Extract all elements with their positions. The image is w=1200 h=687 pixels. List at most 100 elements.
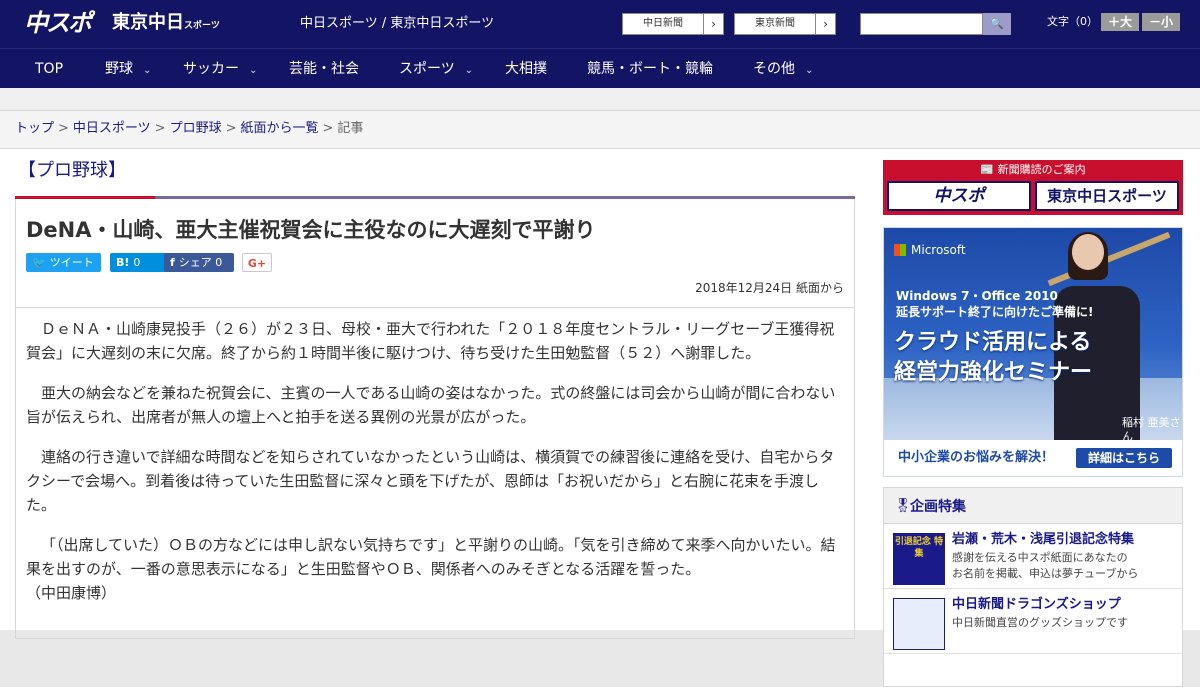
chunichi-shimbun-link[interactable]: 中日新聞 › xyxy=(622,13,724,35)
hatena-icon: B! xyxy=(116,256,130,269)
search-input[interactable] xyxy=(860,13,983,35)
feature-title: 企画特集 xyxy=(910,499,966,515)
tweet-button[interactable]: 🐦 ツイート xyxy=(26,253,101,272)
breadcrumb-link[interactable]: 紙面から一覧 xyxy=(241,121,319,136)
chuspo-logo[interactable]: 中スポ xyxy=(24,8,92,38)
feature-desc-line: お名前を掲載、申込は夢チューブから xyxy=(952,567,1139,580)
article-paragraph: 連絡の行き違いで詳細な時間などを知らされていなかったという山崎は、横須賀での練習… xyxy=(26,448,835,514)
facebook-icon: f xyxy=(170,256,175,269)
article-body: ＤｅＮＡ・山崎康晃投手（２６）が２３日、母校・亜大で行われた「２０１８年度セント… xyxy=(26,317,844,621)
hatena-bookmark-button[interactable]: B! 0 xyxy=(110,253,170,272)
ad-bat-graphic xyxy=(1047,231,1171,287)
dragons-mascot-icon xyxy=(893,598,945,650)
nav-item-racing[interactable]: 競馬・ボート・競輪 xyxy=(587,49,713,89)
microsoft-logo-icon xyxy=(894,244,906,256)
ribbon-icon: 🎖 xyxy=(894,498,912,514)
tokyo-chunichi-logo[interactable]: 東京中日スポーツ xyxy=(112,10,220,38)
facebook-count: 0 xyxy=(215,256,223,269)
feature-header: 🎖 企画特集 xyxy=(884,488,1182,524)
chevron-down-icon: ⌄ xyxy=(249,65,258,76)
google-plus-icon: G+ xyxy=(247,257,267,270)
font-larger-button[interactable]: ＋大 xyxy=(1101,13,1139,31)
feature-item-desc: 感謝を伝える中スポ紙面にあなたの お名前を掲載、申込は夢チューブから xyxy=(952,550,1138,582)
subscribe-tokyo-button[interactable]: 東京中日スポーツ xyxy=(1035,181,1179,211)
feature-item[interactable]: 中日新聞ドラゴンズショップ 中日新聞直営のグッズショップです xyxy=(884,590,1182,654)
ad-headline-1: クラウド活用による xyxy=(894,330,1092,355)
main-nav: TOP 野球 ⌄ サッカー ⌄ 芸能・社会 スポーツ ⌄ 大相撲 競馬・ボート・競輪 … xyxy=(0,48,1200,88)
tokyo-logo-text: 東京中日 xyxy=(112,12,184,33)
nav-label: 大相撲 xyxy=(505,61,547,77)
breadcrumb-link[interactable]: プロ野球 xyxy=(170,121,222,136)
nav-item-entertainment[interactable]: 芸能・社会 xyxy=(289,49,359,89)
font-smaller-button[interactable]: －小 xyxy=(1142,13,1180,31)
feature-box: 🎖 企画特集 引退記念 特集 岩瀬・荒木・浅尾引退記念特集 感謝を伝える中スポ紙… xyxy=(883,487,1183,687)
ad-person-face xyxy=(1072,234,1104,270)
breadcrumb-separator: > xyxy=(322,121,334,136)
ad-details-button[interactable]: 詳細はこちら xyxy=(1076,448,1172,468)
feature-item[interactable]: 引退記念 特集 岩瀬・荒木・浅尾引退記念特集 感謝を伝える中スポ紙面にあなたのお… xyxy=(884,525,1182,589)
search-button[interactable]: 🔍 xyxy=(983,13,1011,35)
article-byline: （中田康博） xyxy=(26,584,117,602)
feature-item-title: 中日新聞ドラゴンズショップ xyxy=(952,597,1121,612)
article-divider xyxy=(16,307,854,308)
chevron-down-icon: ⌄ xyxy=(464,65,474,76)
tweet-label: ツイート xyxy=(49,256,94,269)
ad-visual: Microsoft Windows 7・Office 2010 延長サポート終了… xyxy=(884,228,1182,440)
chevron-down-icon: ⌄ xyxy=(805,65,814,76)
subscription-label: 📰 新聞購読のご案内 xyxy=(980,163,1086,176)
nav-item-other[interactable]: その他 ⌄ xyxy=(753,49,813,89)
breadcrumb-separator: > xyxy=(58,121,69,136)
chunichi-link-label: 中日新聞 xyxy=(643,18,683,29)
nav-label: 競馬・ボート・競輪 xyxy=(587,61,713,77)
breadcrumb-link[interactable]: トップ xyxy=(15,121,54,136)
breadcrumb-separator: > xyxy=(154,121,166,136)
facebook-share-button[interactable]: f シェア 0 xyxy=(164,253,234,272)
nav-item-sumo[interactable]: 大相撲 xyxy=(505,49,547,89)
section-title[interactable]: 【プロ野球】 xyxy=(18,157,126,185)
ad-banner[interactable]: Microsoft Windows 7・Office 2010 延長サポート終了… xyxy=(883,227,1183,477)
nav-item-top[interactable]: TOP xyxy=(35,49,63,89)
search-icon: 🔍 xyxy=(990,17,1004,30)
feature-thumbnail: 引退記念 特集 xyxy=(893,533,945,585)
subscribe-chuspo-button[interactable]: 中スポ xyxy=(887,181,1031,211)
breadcrumb-separator: > xyxy=(225,121,237,136)
feature-item-title: 岩瀬・荒木・浅尾引退記念特集 xyxy=(952,532,1135,547)
breadcrumb-current: 記事 xyxy=(337,121,364,136)
nav-label: スポーツ xyxy=(399,61,455,77)
article-date: 2018年12月24日 紙面から xyxy=(695,281,844,295)
tokyo-logo-suffix: スポーツ xyxy=(184,21,220,31)
breadcrumb: トップ > 中日スポーツ > プロ野球 > 紙面から一覧 > 記事 xyxy=(0,111,1200,149)
feature-desc-line: 感謝を伝える中スポ紙面にあなたの xyxy=(952,551,1128,564)
chevron-down-icon: ⌄ xyxy=(143,65,152,76)
ad-line-2: 延長サポート終了に向けたご準備に! xyxy=(896,305,1094,319)
article-paragraph: 亜大の納会などを兼ねた祝賀会に、主賓の一人である山崎の姿はなかった。式の終盤には… xyxy=(26,384,836,426)
article-paragraph: ＤｅＮＡ・山崎康晃投手（２６）が２３日、母校・亜大で行われた「２０１８年度セント… xyxy=(26,320,835,362)
ad-brand-name: Microsoft xyxy=(911,243,966,257)
nav-label: 野球 xyxy=(105,61,133,77)
subscription-box: 📰 新聞購読のご案内 中スポ 東京中日スポーツ xyxy=(883,160,1183,215)
nav-item-soccer[interactable]: サッカー ⌄ xyxy=(183,49,257,89)
nav-label: その他 xyxy=(753,61,795,77)
feature-item-desc: 中日新聞直営のグッズショップです xyxy=(952,616,1128,629)
sub-bar xyxy=(0,88,1200,111)
nav-label: サッカー xyxy=(183,61,239,77)
site-header: 中スポ 東京中日スポーツ 中日スポーツ / 東京中日スポーツ 中日新聞 › 東京新… xyxy=(0,0,1200,48)
ad-person-name: 稲村 亜美さん xyxy=(1122,416,1181,440)
breadcrumb-link[interactable]: 中日スポーツ xyxy=(73,121,151,136)
google-plus-button[interactable]: G+ xyxy=(242,253,272,272)
nav-item-baseball[interactable]: 野球 ⌄ xyxy=(105,49,151,89)
ad-footer: 中小企業のお悩みを解決！ 詳細はこちら xyxy=(884,440,1182,476)
font-size-label: 文字（0） xyxy=(1047,15,1098,28)
tokyo-link-label: 東京新聞 xyxy=(755,18,795,29)
ad-cta-text: 中小企業のお悩みを解決！ xyxy=(898,450,1055,465)
tokyo-shimbun-link[interactable]: 東京新聞 › xyxy=(734,13,836,35)
ad-brand: Microsoft xyxy=(894,242,966,258)
site-tagline: 中日スポーツ / 東京中日スポーツ xyxy=(300,16,495,31)
article: DeNA・山崎、亜大主催祝賀会に主役なのに大遅刻で平謝り 🐦 ツイート B! 0 f… xyxy=(15,199,855,639)
ad-headline-2: 経営力強化セミナー xyxy=(894,360,1093,385)
chevron-right-icon: › xyxy=(703,14,723,34)
ad-line-1: Windows 7・Office 2010 xyxy=(896,289,1058,303)
twitter-icon: 🐦 xyxy=(32,256,46,269)
nav-label: 芸能・社会 xyxy=(289,61,359,77)
nav-item-sports[interactable]: スポーツ ⌄ xyxy=(399,49,473,89)
